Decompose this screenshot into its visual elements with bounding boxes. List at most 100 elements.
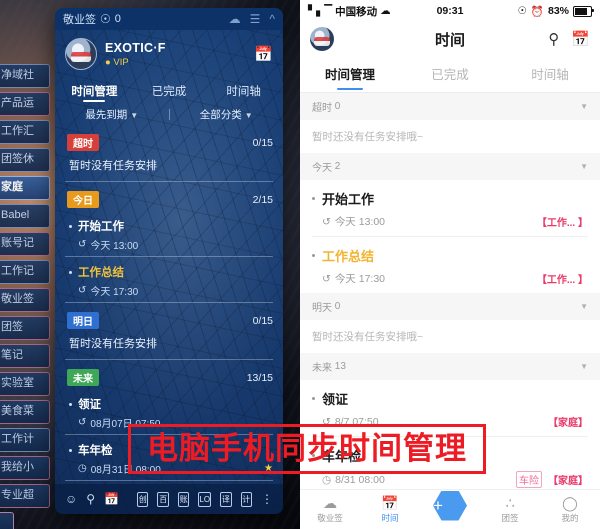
bg-tab[interactable]: 实验室: [0, 372, 50, 396]
tab-timeline[interactable]: 时间轴: [500, 56, 600, 92]
bg-tab[interactable]: Babel: [0, 204, 50, 228]
task-title-row: 工作总结: [312, 246, 588, 265]
tab-time-management[interactable]: 时间管理: [57, 78, 132, 102]
bg-tab[interactable]: 家庭: [0, 176, 50, 200]
group-badge: 未来: [67, 369, 99, 386]
reminder-icon: ↺: [78, 417, 87, 428]
bg-tab[interactable]: 工作计: [0, 428, 50, 452]
bg-tab[interactable]: 美食菜: [0, 400, 50, 424]
task-title: 工作总结: [78, 267, 124, 279]
tab-timeline[interactable]: 时间轴: [206, 78, 281, 102]
tab-time-management[interactable]: 时间管理: [300, 56, 400, 92]
group-header[interactable]: 超时 0/15: [65, 127, 273, 156]
nav-item-team[interactable]: ∴ 团签: [480, 495, 540, 524]
chevron-down-icon: ▼: [580, 362, 588, 371]
task-row[interactable]: 工作总结 ↺ 今天 17:30: [65, 259, 273, 302]
nav-item-time[interactable]: 📅 时间: [360, 495, 420, 524]
more-vertical-icon[interactable]: ⋮: [261, 492, 273, 506]
profile-row: EXOTIC·F ● VIP 📅: [55, 30, 283, 74]
divider: [65, 302, 273, 303]
chevron-up-icon[interactable]: ^: [269, 13, 275, 25]
category-filter[interactable]: 全部分类 ▼: [170, 107, 284, 122]
search-icon[interactable]: ⚲: [86, 492, 95, 506]
group-label: 未来: [312, 363, 332, 374]
tab-completed[interactable]: 已完成: [132, 78, 207, 102]
group-header[interactable]: 未来 13/15: [65, 362, 273, 391]
nav-label: 时间: [381, 513, 399, 523]
task-tag: 【家庭】: [548, 476, 588, 487]
background-category-list: 净域社 产品运 工作汇 团签休 家庭 Babel 账号记 工作记 敬业签 团签 …: [0, 64, 50, 529]
task-time: ↺ 今天 13:00: [322, 214, 385, 229]
search-icon[interactable]: ⚲: [548, 30, 559, 48]
task-row[interactable]: 工作总结 ↺ 今天 17:30 【工作... 】: [300, 237, 600, 293]
app-yi-icon[interactable]: 译: [220, 491, 232, 507]
task-row[interactable]: 开始工作 ↺ 今天 13:00: [65, 213, 273, 256]
nav-label: 敬业签: [317, 513, 343, 523]
group-header[interactable]: 明天 0 ▼: [300, 293, 600, 320]
bg-tab[interactable]: 敬业签: [0, 288, 50, 312]
calendar-icon[interactable]: 📅: [254, 45, 273, 63]
task-tag: 【工作... 】: [536, 275, 588, 286]
app-chuang-icon[interactable]: 创: [137, 491, 149, 507]
group-label: 今天: [312, 163, 332, 174]
status-time: 09:31: [436, 5, 464, 17]
app-lo-icon[interactable]: LO: [198, 491, 212, 507]
chevron-down-icon: ▼: [580, 162, 588, 171]
task-title: 领证: [322, 392, 349, 407]
task-time: 今天 17:30: [90, 287, 139, 298]
nav-item-profile[interactable]: ◯ 我的: [540, 495, 600, 524]
bg-tab[interactable]: 工作记: [0, 260, 50, 284]
app-zhang-icon[interactable]: 账: [177, 491, 190, 507]
navbar-actions: ⚲ 📅: [548, 30, 590, 48]
add-category-button[interactable]: +: [0, 512, 14, 529]
task-row[interactable]: 开始工作 ↺ 今天 13:00 【工作... 】: [300, 180, 600, 236]
cloud-icon[interactable]: ☁: [229, 13, 241, 25]
group-empty-text: 暂时还没有任务安排哦~: [312, 131, 424, 143]
group-header[interactable]: 超时 0 ▼: [300, 93, 600, 120]
bg-tab[interactable]: 团签: [0, 316, 50, 340]
battery-icon: [573, 5, 594, 17]
reminder-icon: ↺: [78, 285, 87, 296]
app-ji-icon[interactable]: 计: [240, 491, 253, 507]
window-toolbar: ☺ ⚲ 📅 创 百 账 LO 译 计 ⋮: [55, 484, 283, 514]
tab-completed[interactable]: 已完成: [400, 56, 500, 92]
app-bai-icon[interactable]: 百: [157, 491, 169, 507]
bg-tab[interactable]: 团签休: [0, 148, 50, 172]
group-empty-text: 暂时没有任务安排: [69, 160, 157, 172]
divider: [65, 480, 273, 481]
bg-tab[interactable]: 我给小: [0, 456, 50, 480]
add-button[interactable]: +: [433, 490, 467, 521]
calendar-icon[interactable]: 📅: [571, 30, 590, 48]
nav-item-notes[interactable]: ☁ 敬业签: [300, 495, 360, 524]
bullet-icon: [312, 254, 315, 257]
group-header[interactable]: 未来 13 ▼: [300, 353, 600, 380]
task-title-row: 开始工作: [69, 218, 273, 234]
group-count: 0: [334, 101, 341, 112]
bg-tab[interactable]: 净域社: [0, 64, 50, 88]
group-header[interactable]: 今天 2 ▼: [300, 153, 600, 180]
task-time-label: 8/31 08:00: [335, 473, 385, 486]
contacts-icon[interactable]: ☺: [65, 492, 77, 506]
task-time: ↺ 今天 17:30: [322, 271, 385, 286]
group-count: 13/15: [246, 371, 273, 384]
divider: [65, 359, 273, 360]
calendar-icon[interactable]: 📅: [104, 492, 119, 506]
group-header[interactable]: 今日 2/15: [65, 184, 273, 213]
bg-tab[interactable]: 笔记: [0, 344, 50, 368]
bg-tab[interactable]: 专业超: [0, 484, 50, 508]
bell-icon[interactable]: ☉: [100, 13, 111, 25]
group-header[interactable]: 明日 0/15: [65, 305, 273, 334]
avatar[interactable]: [65, 38, 97, 70]
menu-icon[interactable]: ☰: [250, 13, 261, 25]
group-badge: 超时: [67, 134, 99, 151]
chevron-down-icon: ▼: [244, 111, 253, 120]
task-title-row: 领证: [69, 396, 273, 412]
avatar[interactable]: [310, 27, 334, 51]
screenshot-stage: 净域社 产品运 工作汇 团签休 家庭 Babel 账号记 工作记 敬业签 团签 …: [0, 0, 600, 529]
sort-filter[interactable]: 最先到期 ▼: [55, 107, 169, 122]
bg-tab[interactable]: 产品运: [0, 92, 50, 116]
group-count: 0/15: [252, 136, 273, 149]
bg-tab[interactable]: 账号记: [0, 232, 50, 256]
bg-tab[interactable]: 工作汇: [0, 120, 50, 144]
sort-filter-label: 最先到期: [85, 109, 128, 121]
